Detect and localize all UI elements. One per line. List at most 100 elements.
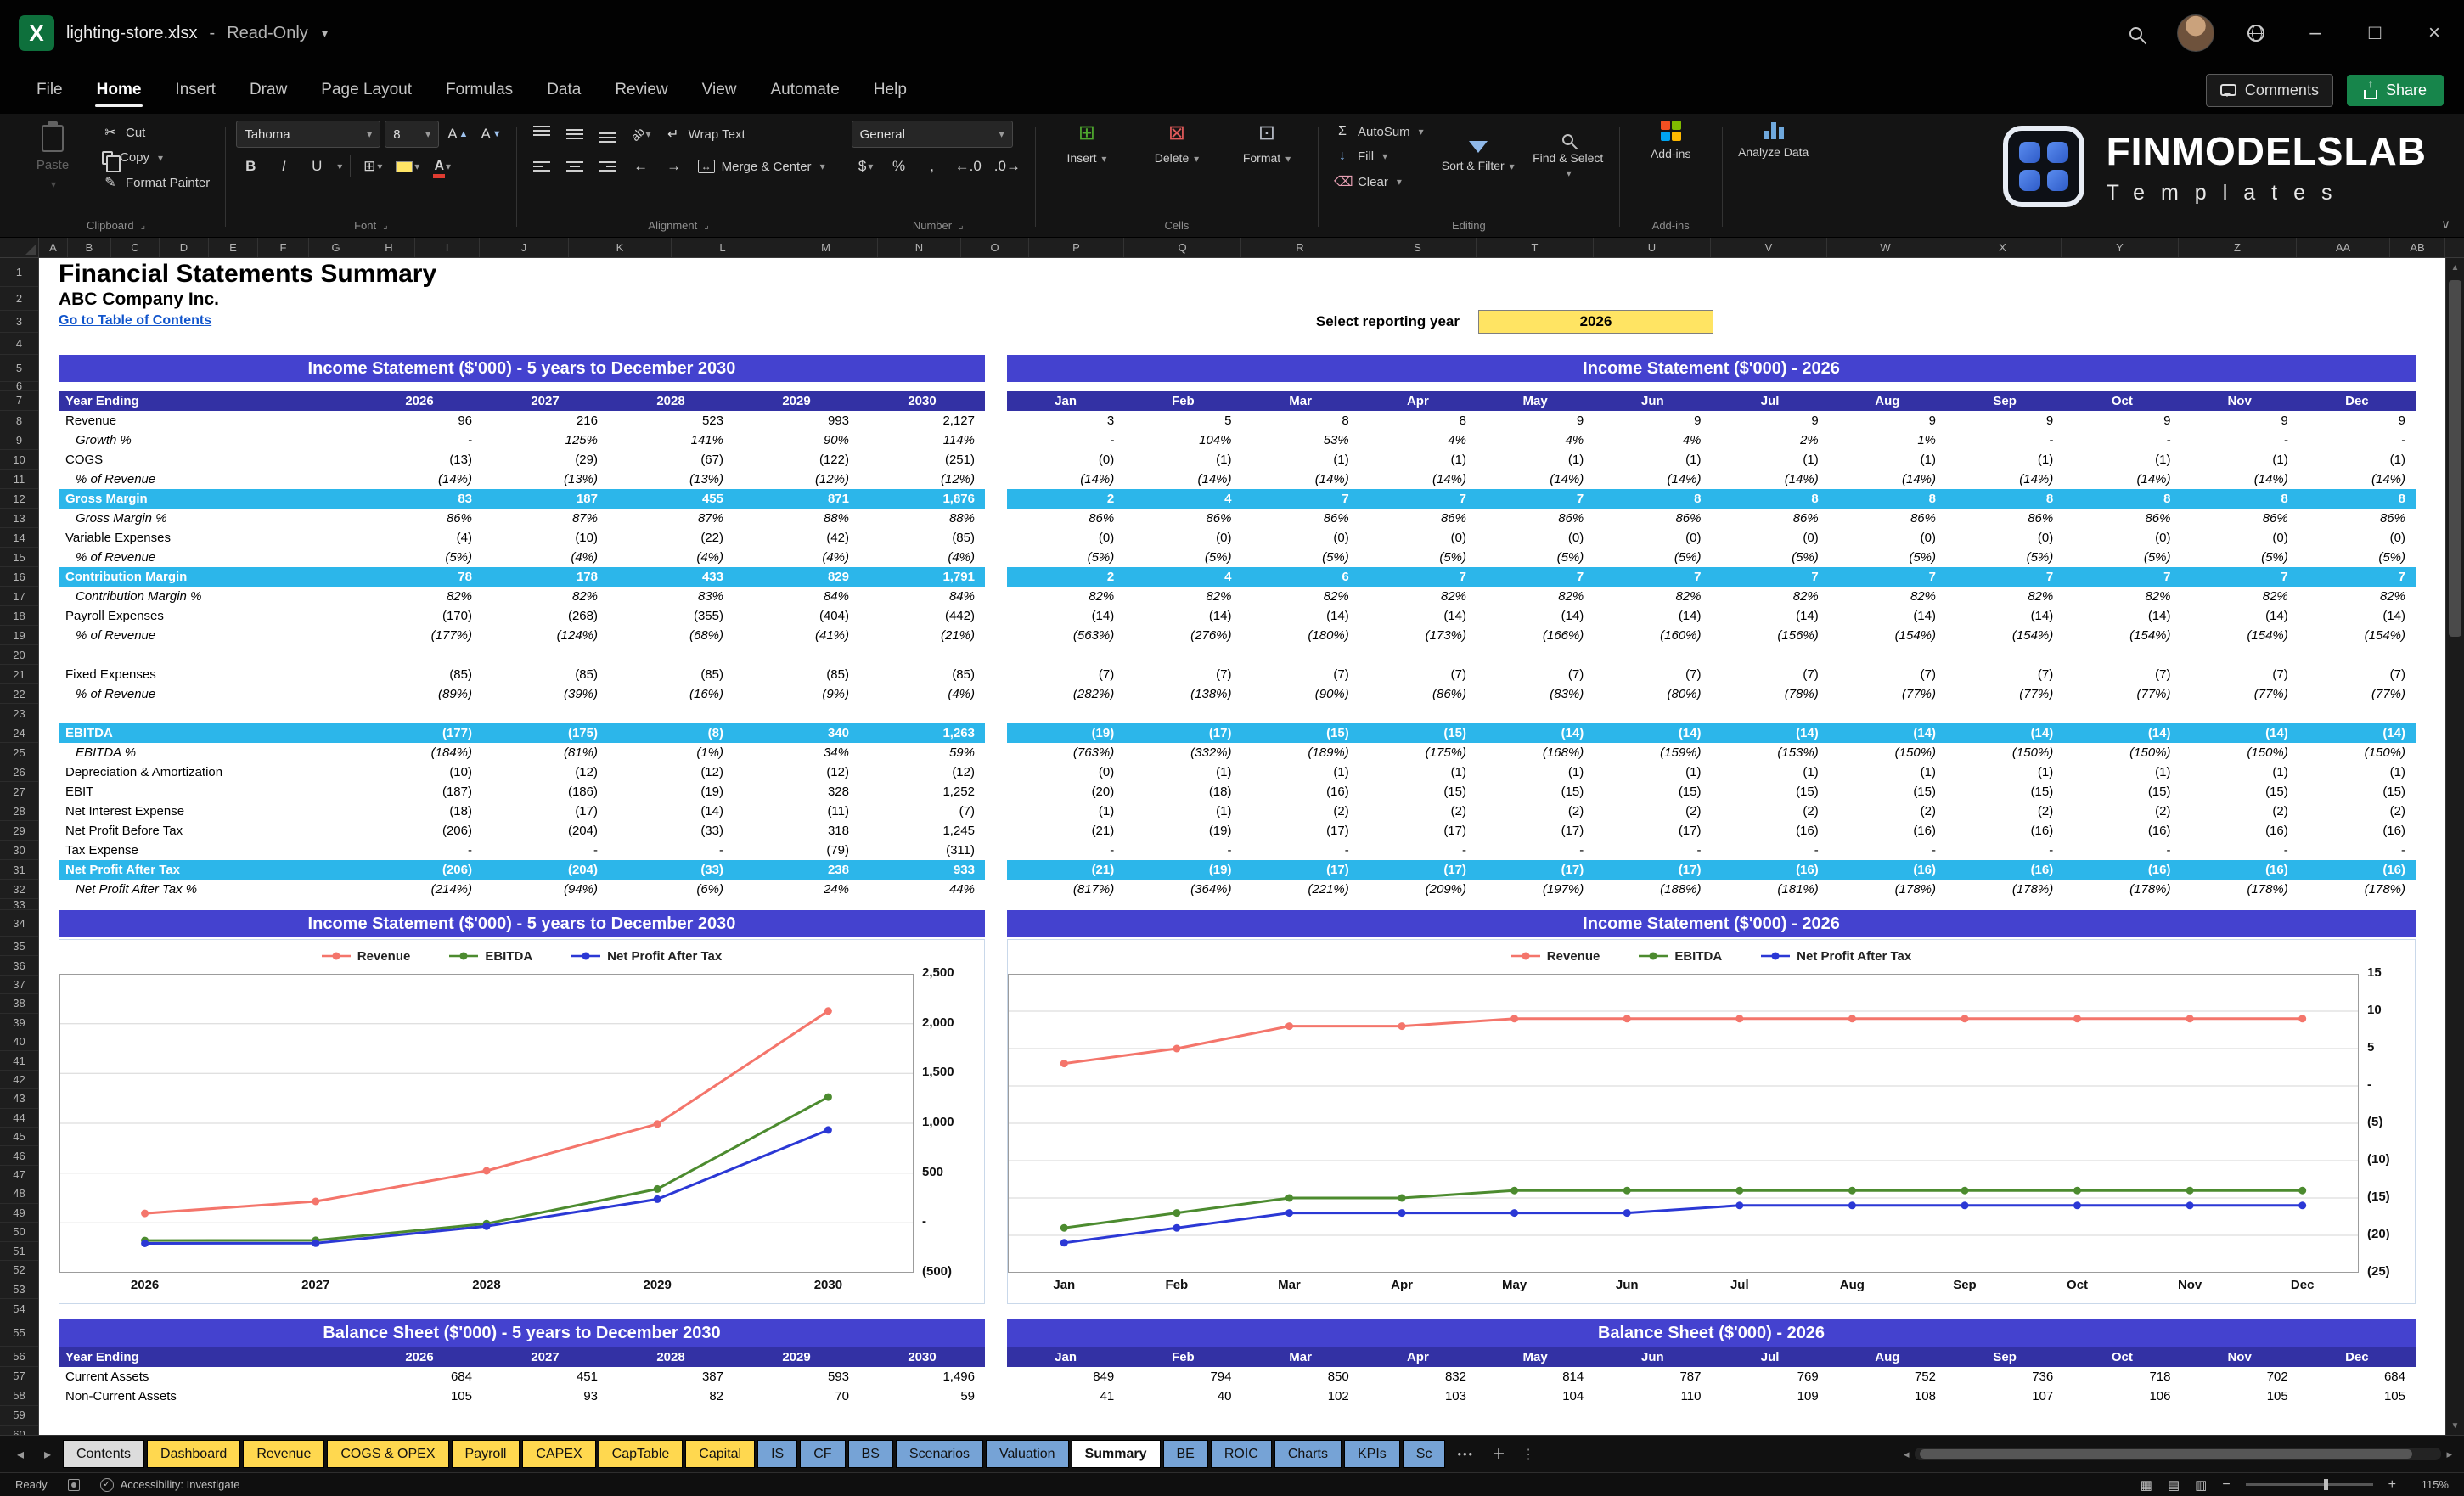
close-button[interactable]: × — [2405, 0, 2464, 66]
row-non-current-assets[interactable]: 4140102103104110109108107106105105 — [1007, 1386, 2416, 1406]
cell[interactable]: 1,252 — [859, 782, 985, 801]
increase-indent-button[interactable]: → — [660, 153, 689, 180]
cell[interactable]: (19) — [1124, 821, 1241, 841]
cell[interactable] — [1712, 704, 1829, 723]
row-payroll-expenses[interactable]: (14)(14)(14)(14)(14)(14)(14)(14)(14)(14)… — [1007, 606, 2416, 626]
dialog-launcher-icon[interactable]: ⌟ — [383, 219, 388, 231]
row-header-15[interactable]: 15 — [0, 548, 38, 567]
cell[interactable]: - — [2063, 841, 2180, 860]
cell[interactable]: 3 — [1007, 411, 1124, 430]
row-header-46[interactable]: 46 — [0, 1146, 38, 1165]
row-of-revenue[interactable]: (14%)(14%)(14%)(14%)(14%)(14%)(14%)(14%)… — [1007, 470, 2416, 489]
row-tax-expense[interactable]: ------------ — [1007, 841, 2416, 860]
cell[interactable]: (16) — [2063, 821, 2180, 841]
column-header-AA[interactable]: AA — [2297, 238, 2390, 257]
cell[interactable]: (15) — [2298, 782, 2416, 801]
cell[interactable]: 1,245 — [859, 821, 985, 841]
cell[interactable]: (5%) — [2298, 548, 2416, 567]
cell[interactable]: 7 — [2063, 567, 2180, 587]
increase-decimal-button[interactable]: ←.0 — [951, 153, 986, 180]
cell[interactable]: (206) — [357, 860, 482, 880]
cell[interactable]: (20) — [1007, 782, 1124, 801]
tab-splitter[interactable]: ⋮ — [1515, 1446, 1542, 1463]
cell[interactable]: 86% — [1477, 509, 1594, 528]
row-blank[interactable] — [1007, 704, 2416, 723]
cell[interactable]: (7) — [1946, 665, 2063, 684]
cell[interactable]: (1) — [1594, 762, 1711, 782]
row-blank[interactable] — [1007, 645, 2416, 665]
cell[interactable]: 86% — [1712, 509, 1829, 528]
cell[interactable]: (276%) — [1124, 626, 1241, 645]
cell[interactable]: (138%) — [1124, 684, 1241, 704]
cell[interactable]: 104 — [1477, 1386, 1594, 1406]
row-header-40[interactable]: 40 — [0, 1032, 38, 1051]
cell[interactable]: (14) — [1242, 606, 1359, 626]
cell[interactable]: 736 — [1946, 1367, 2063, 1386]
sheet-tab-captable[interactable]: CapTable — [599, 1440, 684, 1468]
row-of-revenue[interactable]: (563%)(276%)(180%)(173%)(166%)(160%)(156… — [1007, 626, 2416, 645]
cell[interactable]: 4 — [1124, 567, 1241, 587]
cell[interactable]: 86% — [2063, 509, 2180, 528]
cell[interactable]: (85) — [482, 665, 608, 684]
column-header-Z[interactable]: Z — [2179, 238, 2297, 257]
column-header-X[interactable]: X — [1944, 238, 2062, 257]
reporting-year-select[interactable]: 2026 — [1478, 310, 1713, 334]
cell[interactable]: (16) — [2181, 860, 2298, 880]
cell[interactable]: 451 — [482, 1367, 608, 1386]
row-of-revenue[interactable]: % of Revenue(89%)(39%)(16%)(9%)(4%) — [59, 684, 985, 704]
cell[interactable]: - — [1594, 841, 1711, 860]
cell[interactable]: 93 — [482, 1386, 608, 1406]
cell[interactable]: 8 — [1594, 489, 1711, 509]
sheet-tab-cf[interactable]: CF — [800, 1440, 845, 1468]
cell[interactable]: 8 — [1946, 489, 2063, 509]
cell[interactable]: (1) — [2063, 762, 2180, 782]
cell[interactable]: (189%) — [1242, 743, 1359, 762]
format-cells-button[interactable]: ⊡Format ▾ — [1226, 121, 1308, 166]
cell[interactable] — [1594, 645, 1711, 665]
cell[interactable]: (5%) — [1594, 548, 1711, 567]
cell[interactable]: (2) — [2181, 801, 2298, 821]
cell[interactable]: 86% — [1594, 509, 1711, 528]
cell[interactable]: (2) — [2298, 801, 2416, 821]
cell[interactable]: (16) — [2298, 860, 2416, 880]
row-header-8[interactable]: 8 — [0, 411, 38, 430]
cell[interactable] — [1007, 645, 1124, 665]
cell[interactable]: 86% — [1829, 509, 1946, 528]
cell[interactable]: (178%) — [2063, 880, 2180, 899]
row-header-37[interactable]: 37 — [0, 976, 38, 994]
new-sheet-button[interactable]: + — [1486, 1443, 1511, 1466]
cell[interactable]: 82% — [1477, 587, 1594, 606]
cell[interactable]: (7) — [859, 801, 985, 821]
row-revenue[interactable]: Revenue962165239932,127 — [59, 411, 985, 430]
cell[interactable]: (14) — [1124, 606, 1241, 626]
cell[interactable]: (0) — [1829, 528, 1946, 548]
cell[interactable]: (1) — [1477, 762, 1594, 782]
cell[interactable]: 90% — [734, 430, 859, 450]
cell[interactable]: (17) — [482, 801, 608, 821]
row-header-27[interactable]: 27 — [0, 782, 38, 801]
cell[interactable] — [859, 704, 985, 723]
column-header-B[interactable]: B — [68, 238, 111, 257]
row-header-48[interactable]: 48 — [0, 1184, 38, 1203]
cell[interactable]: 7 — [1829, 567, 1946, 587]
row-header-59[interactable]: 59 — [0, 1406, 38, 1426]
cell[interactable] — [1477, 645, 1594, 665]
cell[interactable]: (1) — [1359, 762, 1477, 782]
cell[interactable]: (221%) — [1242, 880, 1359, 899]
cell[interactable]: - — [1829, 841, 1946, 860]
cell[interactable]: (1) — [1124, 762, 1241, 782]
row-header-56[interactable]: 56 — [0, 1347, 38, 1367]
row-blank[interactable] — [59, 645, 985, 665]
cell[interactable]: (13%) — [482, 470, 608, 489]
cell[interactable]: 684 — [357, 1367, 482, 1386]
cell[interactable]: 718 — [2063, 1367, 2180, 1386]
cell[interactable]: (178%) — [1829, 880, 1946, 899]
row-header-44[interactable]: 44 — [0, 1109, 38, 1128]
cell[interactable]: (17) — [1124, 723, 1241, 743]
cell[interactable]: (14%) — [1242, 470, 1359, 489]
menu-tab-view[interactable]: View — [688, 72, 751, 108]
cell[interactable]: (1) — [1477, 450, 1594, 470]
cell[interactable]: 702 — [2181, 1367, 2298, 1386]
collapse-ribbon-button[interactable]: ∨ — [2441, 217, 2450, 232]
cell[interactable]: (16) — [1242, 782, 1359, 801]
